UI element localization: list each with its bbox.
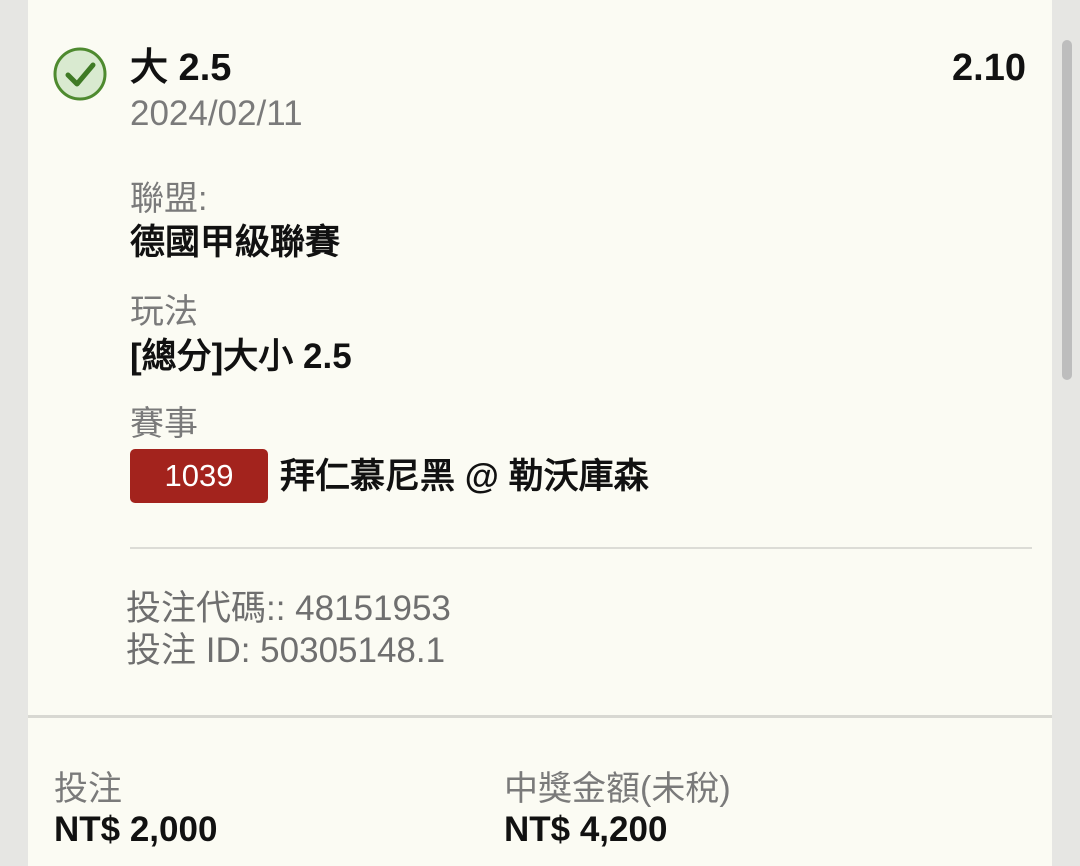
payout-label: 中獎金額(未稅) [504, 770, 731, 808]
scrollbar[interactable] [1062, 40, 1072, 380]
odds-value: 2.10 [952, 47, 1026, 89]
selection-title: 大 2.5 [130, 47, 232, 89]
event-label: 賽事 [130, 405, 198, 443]
market-label: 玩法 [130, 293, 198, 331]
market-value: [總分]大小 2.5 [130, 337, 352, 376]
event-code-badge: 1039 [130, 449, 268, 503]
bet-date: 2024/02/11 [130, 94, 303, 133]
footer-divider [28, 715, 1052, 718]
league-value: 德國甲級聯賽 [130, 223, 341, 262]
stake-value: NT$ 2,000 [54, 810, 218, 849]
bet-id: 投注 ID: 50305148.1 [126, 631, 446, 670]
stake-label: 投注 [54, 770, 122, 808]
payout-value: NT$ 4,200 [504, 810, 668, 849]
league-label: 聯盟: [130, 180, 208, 218]
bet-code: 投注代碼:: 48151953 [126, 589, 451, 628]
check-circle-icon [53, 47, 107, 101]
divider [130, 547, 1032, 549]
event-name: 拜仁慕尼黑 @ 勒沃庫森 [280, 457, 649, 496]
